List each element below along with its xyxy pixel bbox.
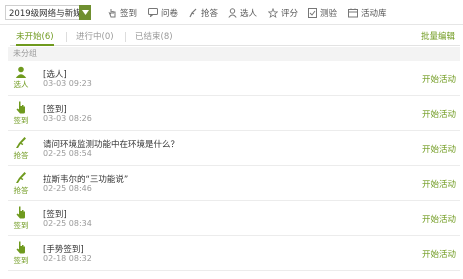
quiz-label: 测验 (320, 8, 338, 19)
group-header: 未分组 (8, 47, 460, 61)
start-activity-button[interactable]: 开始活动 (422, 178, 456, 190)
raise-hand-icon (8, 171, 34, 184)
quick-answer-label: 抢答 (201, 8, 219, 19)
activity-type: 签到 (8, 241, 34, 266)
survey-label: 问卷 (161, 8, 179, 19)
person-icon (228, 7, 237, 18)
raise-hand-icon (8, 136, 34, 149)
activity-row[interactable]: 抢答 请问环境监测功能中在环境是什么？ 02-25 08:54 开始活动 (8, 132, 460, 166)
activity-time: 03-03 08:26 (43, 114, 92, 123)
activity-row[interactable]: 选人 [选人] 03-03 09:23 开始活动 (8, 62, 460, 96)
activity-type-label: 抢答 (13, 186, 29, 195)
activity-type-label: 签到 (13, 256, 29, 265)
activity-type: 选人 (8, 66, 34, 90)
activity-library-label: 活动库 (361, 8, 387, 19)
class-select-value: 2019级网络与新媒体 (9, 8, 79, 19)
batch-edit-link[interactable]: 批量编辑 (421, 29, 455, 46)
activity-row[interactable]: 签到 [手势签到] 02-18 08:32 开始活动 (8, 237, 460, 271)
tab-divider (66, 32, 67, 42)
activity-type-label: 签到 (13, 116, 29, 125)
status-tabs: 未开始(6) 进行中(0) 已结束(8) (10, 29, 460, 46)
quiz-icon (308, 7, 317, 18)
activity-time: 02-25 08:46 (43, 184, 92, 193)
activity-time: 03-03 09:23 (43, 79, 92, 88)
hand-icon (108, 8, 117, 18)
activity-row[interactable]: 抢答 拉斯韦尔的“三功能说” 02-25 08:46 开始活动 (8, 167, 460, 201)
start-activity-button[interactable]: 开始活动 (422, 73, 456, 85)
start-activity-button[interactable]: 开始活动 (422, 108, 456, 120)
pick-person-label: 选人 (240, 8, 258, 19)
rating-label: 评分 (281, 8, 299, 19)
hand-icon (8, 241, 34, 254)
rating-button[interactable]: 评分 (268, 5, 298, 20)
survey-button[interactable]: 问卷 (148, 5, 178, 20)
raise-hand-icon (188, 8, 198, 18)
activity-row[interactable]: 签到 [签到] 02-25 08:34 开始活动 (8, 202, 460, 236)
star-icon (268, 7, 278, 18)
class-select[interactable]: 2019级网络与新媒体 (5, 5, 91, 20)
chat-icon (148, 8, 158, 17)
hand-icon (8, 101, 34, 114)
activity-type: 签到 (8, 101, 34, 126)
activity-time: 02-25 08:54 (43, 149, 92, 158)
activity-type-label: 签到 (13, 221, 29, 230)
tab-finished[interactable]: 已结束(8) (135, 29, 173, 45)
activity-time: 02-18 08:32 (43, 254, 92, 263)
activity-row[interactable]: 签到 [签到] 03-03 08:26 开始活动 (8, 97, 460, 131)
activity-time: 02-25 08:34 (43, 219, 92, 228)
hand-icon (8, 206, 34, 219)
pick-person-button[interactable]: 选人 (228, 5, 257, 20)
activity-type: 抢答 (8, 171, 34, 196)
activity-type: 抢答 (8, 136, 34, 161)
tab-not-started[interactable]: 未开始(6) (16, 29, 54, 46)
quick-answer-button[interactable]: 抢答 (188, 5, 218, 20)
toolbar: 2019级网络与新媒体 签到 问卷 抢答 选人 评分 (0, 0, 463, 25)
activity-library-button[interactable]: 活动库 (348, 5, 387, 20)
tab-divider (125, 32, 126, 42)
quiz-button[interactable]: 测验 (308, 5, 337, 20)
start-activity-button[interactable]: 开始活动 (422, 143, 456, 155)
activity-type-label: 选人 (13, 80, 29, 89)
chevron-down-icon[interactable] (79, 5, 91, 20)
activity-type-label: 抢答 (13, 151, 29, 160)
activity-type: 签到 (8, 206, 34, 231)
signin-button[interactable]: 签到 (108, 5, 137, 20)
person-icon (8, 66, 34, 78)
library-icon (348, 8, 358, 18)
start-activity-button[interactable]: 开始活动 (422, 248, 456, 260)
signin-label: 签到 (120, 8, 138, 19)
tab-in-progress[interactable]: 进行中(0) (76, 29, 114, 45)
start-activity-button[interactable]: 开始活动 (422, 213, 456, 225)
